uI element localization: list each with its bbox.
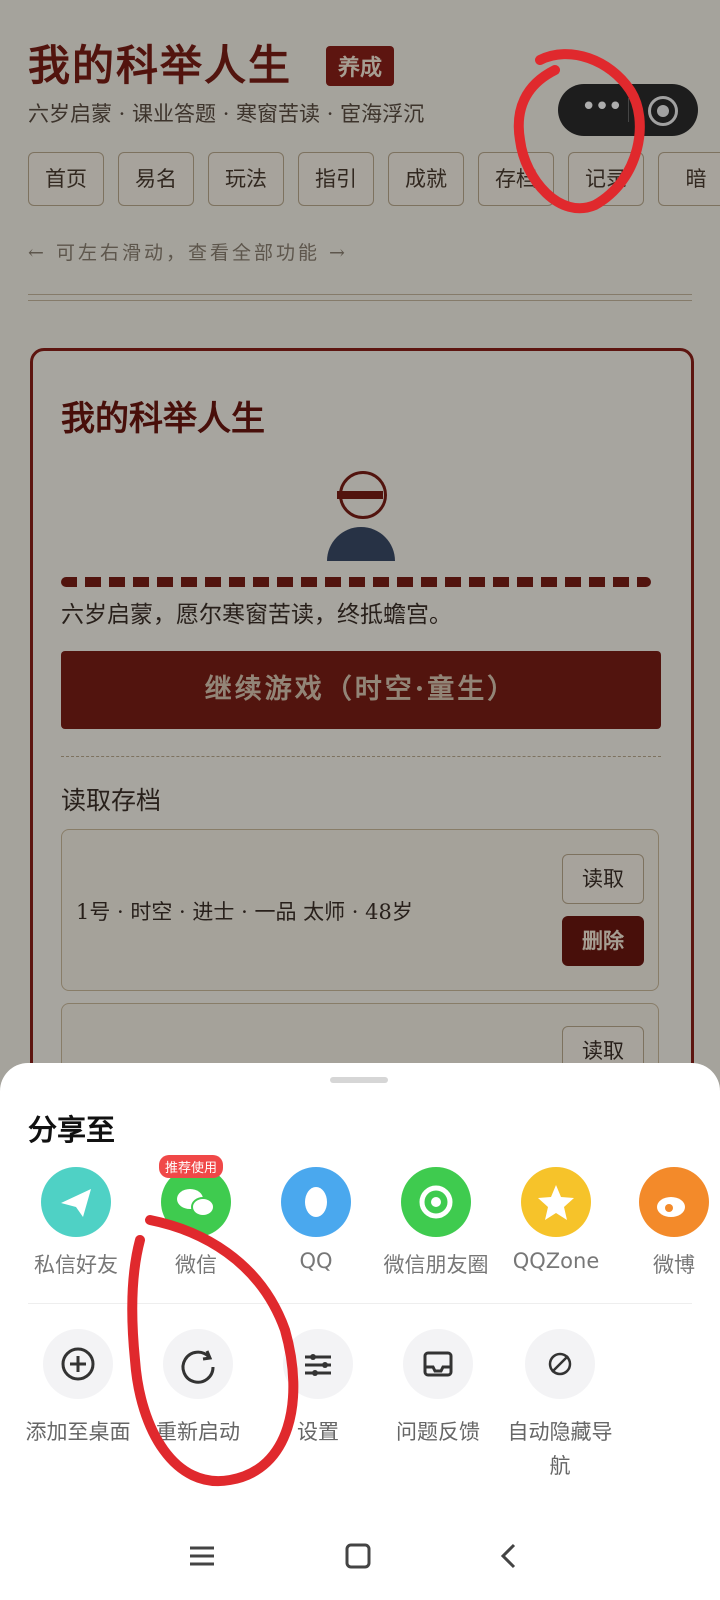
annotation-circle-top bbox=[513, 49, 645, 214]
qzone-star-icon bbox=[521, 1167, 591, 1237]
share-moments[interactable]: 微信朋友圈 bbox=[376, 1167, 496, 1279]
tool-label: 自动隐藏导航 bbox=[507, 1420, 613, 1478]
menu-icon[interactable] bbox=[188, 1542, 216, 1570]
add-circle-icon bbox=[43, 1329, 113, 1399]
recommend-badge: 推荐使用 bbox=[159, 1155, 224, 1178]
share-label: 微博 bbox=[653, 1253, 695, 1277]
share-weibo[interactable]: 微博 bbox=[614, 1167, 720, 1279]
share-label: 私信好友 bbox=[34, 1253, 118, 1277]
paper-plane-icon bbox=[41, 1167, 111, 1237]
moments-shutter-icon bbox=[401, 1167, 471, 1237]
annotation-circle-bottom bbox=[127, 1215, 299, 1487]
feedback-button[interactable]: 问题反馈 bbox=[378, 1329, 498, 1449]
tool-label: 问题反馈 bbox=[396, 1420, 480, 1444]
back-icon[interactable] bbox=[496, 1542, 524, 1570]
home-icon[interactable] bbox=[344, 1542, 372, 1570]
feedback-inbox-icon bbox=[403, 1329, 473, 1399]
share-label: QQZone bbox=[512, 1249, 600, 1273]
share-title: 分享至 bbox=[28, 1113, 116, 1147]
share-private-message[interactable]: 私信好友 bbox=[16, 1167, 136, 1279]
weibo-icon bbox=[639, 1167, 709, 1237]
system-nav-bar bbox=[0, 1520, 720, 1600]
auto-hide-nav-button[interactable]: 自动隐藏导航 bbox=[500, 1329, 620, 1483]
share-label: 微信朋友圈 bbox=[383, 1253, 489, 1277]
hide-nav-icon bbox=[525, 1329, 595, 1399]
share-qzone[interactable]: QQZone bbox=[496, 1167, 616, 1273]
sheet-grabber[interactable] bbox=[330, 1077, 388, 1083]
